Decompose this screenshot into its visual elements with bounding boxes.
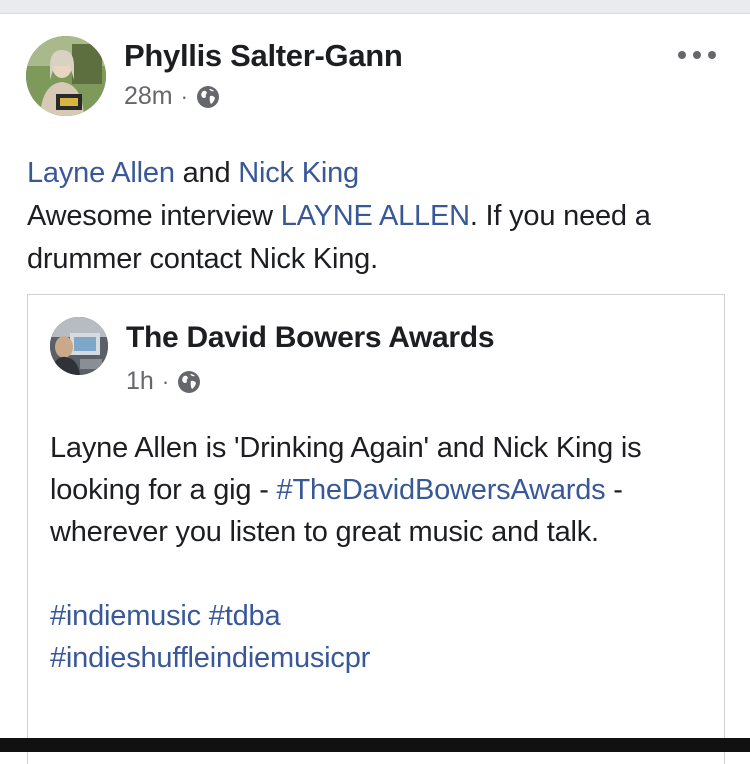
shared-post-message: Layne Allen is 'Drinking Again' and Nick… — [50, 427, 700, 553]
more-dot — [693, 51, 701, 59]
hashtag-thedavidbowersawards[interactable]: #TheDavidBowersAwards — [277, 474, 606, 506]
post-timestamp[interactable]: 28m — [124, 82, 173, 111]
author-name[interactable]: Phyllis Salter-Gann — [124, 38, 403, 74]
more-options-icon[interactable] — [678, 48, 716, 62]
post-message: Awesome interview LAYNE ALLEN. If you ne… — [27, 195, 727, 281]
shared-post-card[interactable]: The David Bowers Awards 1h · Layne Allen… — [27, 294, 725, 764]
more-dot — [678, 51, 686, 59]
tagged-line: Layne Allen and Nick King — [27, 152, 727, 195]
more-dot — [708, 51, 716, 59]
globe-icon[interactable] — [177, 370, 201, 394]
post-body: Layne Allen and Nick King Awesome interv… — [27, 152, 727, 281]
hashtag-line: #indiemusic #tdba — [50, 595, 700, 637]
feed-divider — [0, 0, 750, 14]
shared-post-meta: 1h · — [126, 367, 201, 396]
hashtag-line: #indieshuffleindiemusicpr — [50, 637, 700, 679]
bottom-edge-bar — [0, 738, 750, 752]
feed-post: Phyllis Salter-Gann 28m · Layne Allen an… — [0, 14, 750, 764]
post-message-text-1: Awesome interview — [27, 200, 281, 232]
tag-link-nick-king[interactable]: Nick King — [238, 157, 359, 189]
globe-icon[interactable] — [196, 85, 220, 109]
hashtag-tdba[interactable]: #tdba — [209, 600, 281, 632]
page-name[interactable]: The David Bowers Awards — [126, 321, 495, 355]
shared-post-timestamp[interactable]: 1h — [126, 367, 154, 396]
hashtag-indiemusic[interactable]: #indiemusic — [50, 600, 201, 632]
meta-separator: · — [180, 83, 188, 109]
shared-post-body: Layne Allen is 'Drinking Again' and Nick… — [50, 427, 700, 679]
author-avatar[interactable] — [26, 36, 106, 116]
meta-separator: · — [161, 368, 170, 394]
tag-and-text: and — [174, 157, 239, 189]
hashtag-indieshuffleindiemusicpr[interactable]: #indieshuffleindiemusicpr — [50, 642, 370, 674]
tag-link-layne-allen[interactable]: Layne Allen — [27, 157, 175, 189]
mention-link-layne-allen[interactable]: LAYNE ALLEN — [281, 200, 470, 232]
post-meta: 28m · — [124, 82, 220, 111]
page-avatar[interactable] — [50, 317, 108, 375]
